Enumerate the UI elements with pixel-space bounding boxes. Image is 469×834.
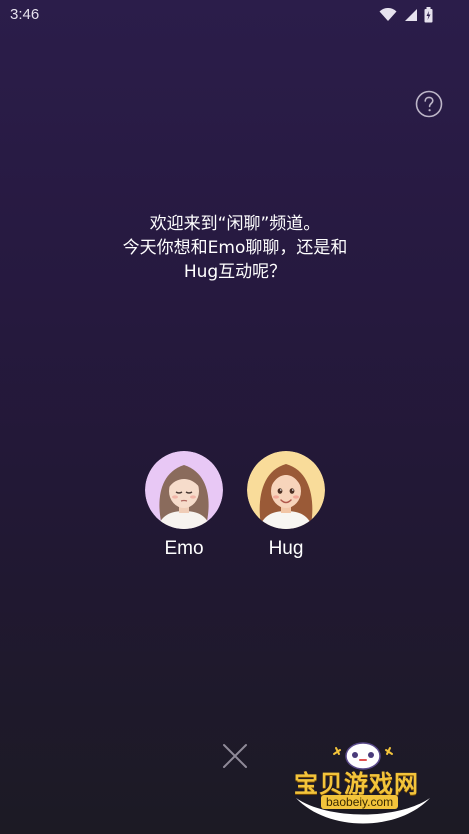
character-hug[interactable]: Hug [246, 451, 326, 560]
status-icons [379, 7, 433, 23]
watermark-logo: 宝贝游戏网 baobeiy.com [288, 740, 438, 830]
wifi-icon [379, 8, 397, 21]
welcome-line-2: 今天你想和Emo聊聊，还是和 [122, 238, 348, 258]
question-circle-icon [415, 90, 443, 118]
battery-icon [424, 7, 433, 23]
hug-name[interactable]: Hug [246, 538, 326, 560]
welcome-line-3: Hug互动呢？ [183, 262, 287, 282]
emo-avatar[interactable] [145, 451, 223, 529]
watermark-title: 宝贝游戏网 [294, 770, 419, 798]
character-emo[interactable]: Emo [144, 451, 224, 560]
watermark-url: baobeiy.com [321, 795, 399, 809]
hug-avatar[interactable] [247, 451, 325, 529]
status-bar: 3:46 [0, 0, 469, 32]
welcome-line-1: 欢迎来到“闲聊”频道。 [149, 214, 321, 234]
help-button[interactable] [415, 90, 443, 118]
emo-name[interactable]: Emo [144, 538, 224, 560]
welcome-message: 欢迎来到“闲聊”频道。 今天你想和Emo聊聊，还是和 Hug互动呢？ [60, 212, 410, 284]
close-button[interactable] [220, 741, 250, 771]
signal-icon [405, 9, 417, 21]
status-time: 3:46 [10, 6, 40, 23]
close-icon [223, 744, 247, 768]
